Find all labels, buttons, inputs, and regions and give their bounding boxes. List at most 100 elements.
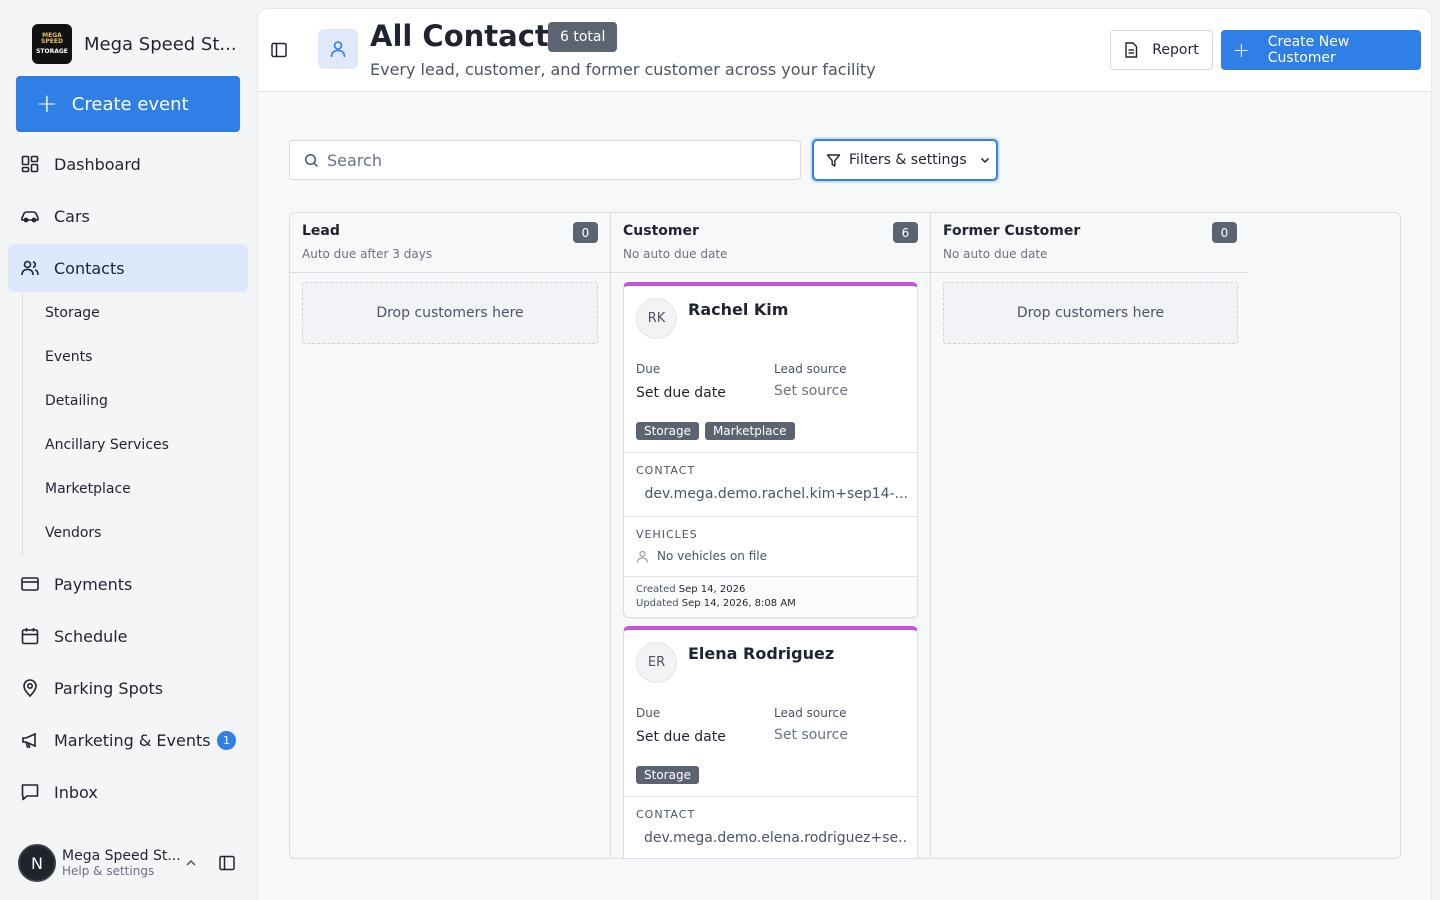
chevron-down-icon — [980, 157, 989, 164]
search-input[interactable] — [327, 150, 767, 170]
card-timestamps: Created Sep 14, 2026 Updated Sep 14, 202… — [624, 577, 917, 617]
report-button[interactable]: Report — [1110, 30, 1213, 70]
vehicles-value: No vehicles on file — [657, 549, 767, 563]
total-count-badge: 6 total — [548, 22, 618, 52]
create-event-button[interactable]: + Create event — [16, 76, 240, 132]
subnav-ancillary-services[interactable]: Ancillary Services — [45, 437, 169, 453]
card-icon — [21, 577, 39, 591]
filters-settings-label: Filters & settings — [849, 152, 967, 168]
column-former-customer: Former Customer No auto due date 0 Drop … — [931, 213, 1249, 858]
filters-settings-button[interactable]: Filters & settings — [812, 139, 998, 181]
nav-marketing-events[interactable]: Marketing & Events 1 — [8, 716, 248, 764]
email-value: dev.mega.demo.rachel.kim+sep14-... — [644, 486, 908, 502]
due-label: Due — [636, 362, 661, 376]
subnav-storage[interactable]: Storage — [45, 305, 100, 321]
filter-icon — [826, 153, 841, 167]
search-field[interactable] — [289, 140, 801, 180]
avatar: RK — [636, 298, 677, 339]
email-row[interactable]: dev.mega.demo.elena.rodriguez+se... — [636, 830, 908, 846]
due-date-value[interactable]: Set due date — [636, 729, 726, 745]
contact-section: CONTACT dev.mega.demo.elena.rodriguez+se… — [624, 797, 917, 858]
vehicles-section: VEHICLES No vehicles on file — [624, 517, 917, 577]
nav-marketing-events-label: Marketing & Events — [54, 730, 211, 750]
brand-logo-line1: MEGA SPEED — [41, 31, 63, 46]
column-header: Former Customer No auto due date 0 — [931, 213, 1249, 273]
nav-dashboard-label: Dashboard — [54, 154, 141, 174]
nav-payments-label: Payments — [54, 574, 133, 594]
column-count-badge: 0 — [1212, 222, 1237, 243]
avatar: N — [18, 844, 56, 882]
email-value: dev.mega.demo.elena.rodriguez+se... — [644, 830, 908, 846]
avatar: ER — [636, 642, 677, 683]
email-row[interactable]: dev.mega.demo.rachel.kim+sep14-... — [636, 486, 908, 502]
due-label: Due — [636, 706, 661, 720]
nav-inbox-label: Inbox — [54, 782, 98, 802]
column-lead: Lead Auto due after 3 days 0 Drop custom… — [290, 213, 611, 858]
pin-icon — [23, 679, 37, 698]
customer-card[interactable]: ER Elena Rodriguez Due Set due date Lead… — [623, 626, 918, 858]
lead-source-label: Lead source — [774, 362, 847, 376]
due-date-value[interactable]: Set due date — [636, 385, 726, 401]
contact-label: CONTACT — [636, 808, 696, 821]
contacts-subnav: Storage Events Detailing Ancillary Servi… — [22, 292, 248, 556]
main-panel: All Contacts 6 total Every lead, custome… — [257, 8, 1432, 900]
nav-inbox[interactable]: Inbox — [8, 768, 248, 816]
vehicles-label: VEHICLES — [636, 528, 698, 541]
chevron-up-icon — [186, 859, 196, 866]
marketing-notification-badge: 1 — [217, 731, 236, 750]
page-title: All Contacts — [370, 19, 567, 53]
nav-dashboard[interactable]: Dashboard — [8, 140, 248, 188]
tag-list: Storage Marketplace — [636, 422, 795, 440]
brand-logo: MEGA SPEED STORAGE — [32, 24, 72, 64]
profile-name: Mega Speed St... — [62, 848, 180, 864]
nav-parking-spots[interactable]: Parking Spots — [8, 664, 248, 712]
lead-source-value[interactable]: Set source — [774, 383, 848, 399]
customer-name[interactable]: Rachel Kim — [688, 300, 788, 319]
tag: Marketplace — [704, 422, 795, 440]
create-new-customer-label: Create New Customer — [1267, 34, 1350, 66]
nav-cars[interactable]: Cars — [8, 192, 248, 240]
created-value: Sep 14, 2026 — [678, 584, 746, 595]
subnav-events[interactable]: Events — [45, 349, 92, 365]
customer-name[interactable]: Elena Rodriguez — [688, 644, 834, 663]
customer-card[interactable]: RK Rachel Kim Due Set due date Lead sour… — [623, 282, 918, 618]
megaphone-icon — [22, 732, 36, 748]
create-new-customer-button[interactable]: + Create New Customer — [1221, 30, 1421, 70]
brand-logo-line2: STORAGE — [36, 47, 68, 55]
updated-row: Updated Sep 14, 2026, 8:08 AM — [636, 597, 905, 611]
profile-menu[interactable]: N Mega Speed St... Help & settings — [18, 842, 248, 884]
dropzone[interactable]: Drop customers here — [302, 282, 598, 344]
brand-name: Mega Speed St... — [84, 33, 237, 55]
page-header: All Contacts 6 total Every lead, custome… — [258, 9, 1431, 92]
tag: Storage — [636, 766, 699, 784]
nav-payments[interactable]: Payments — [8, 560, 248, 608]
nav-contacts[interactable]: Contacts — [8, 244, 248, 292]
tag-list: Storage — [636, 766, 699, 784]
nav-contacts-label: Contacts — [54, 258, 125, 278]
kanban-board: Lead Auto due after 3 days 0 Drop custom… — [289, 212, 1401, 859]
sidebar-collapse-icon[interactable] — [218, 854, 236, 872]
subnav-vendors[interactable]: Vendors — [45, 525, 101, 541]
vehicles-row: No vehicles on file — [636, 549, 908, 563]
person-icon — [636, 550, 649, 563]
report-label: Report — [1152, 42, 1199, 58]
lead-source-value[interactable]: Set source — [774, 727, 848, 743]
calendar-icon — [21, 628, 39, 645]
profile-text: Mega Speed St... Help & settings — [62, 848, 180, 878]
brand[interactable]: MEGA SPEED STORAGE Mega Speed St... — [32, 24, 237, 64]
lead-source-label: Lead source — [774, 706, 847, 720]
column-header: Customer No auto due date 6 — [611, 213, 930, 273]
card-summary: RK Rachel Kim Due Set due date Lead sour… — [624, 286, 917, 453]
page-subtitle: Every lead, customer, and former custome… — [370, 60, 876, 79]
subnav-detailing[interactable]: Detailing — [45, 393, 108, 409]
nav-schedule-label: Schedule — [54, 626, 128, 646]
column-header: Lead Auto due after 3 days 0 — [290, 213, 610, 273]
subnav-marketplace[interactable]: Marketplace — [45, 481, 131, 497]
column-subtitle: No auto due date — [623, 247, 728, 261]
nav-schedule[interactable]: Schedule — [8, 612, 248, 660]
dropzone[interactable]: Drop customers here — [943, 282, 1238, 344]
mail-icon — [636, 493, 637, 495]
sidebar-toggle-icon[interactable] — [270, 41, 288, 59]
plus-icon: + — [36, 89, 58, 119]
card-summary: ER Elena Rodriguez Due Set due date Lead… — [624, 630, 917, 797]
